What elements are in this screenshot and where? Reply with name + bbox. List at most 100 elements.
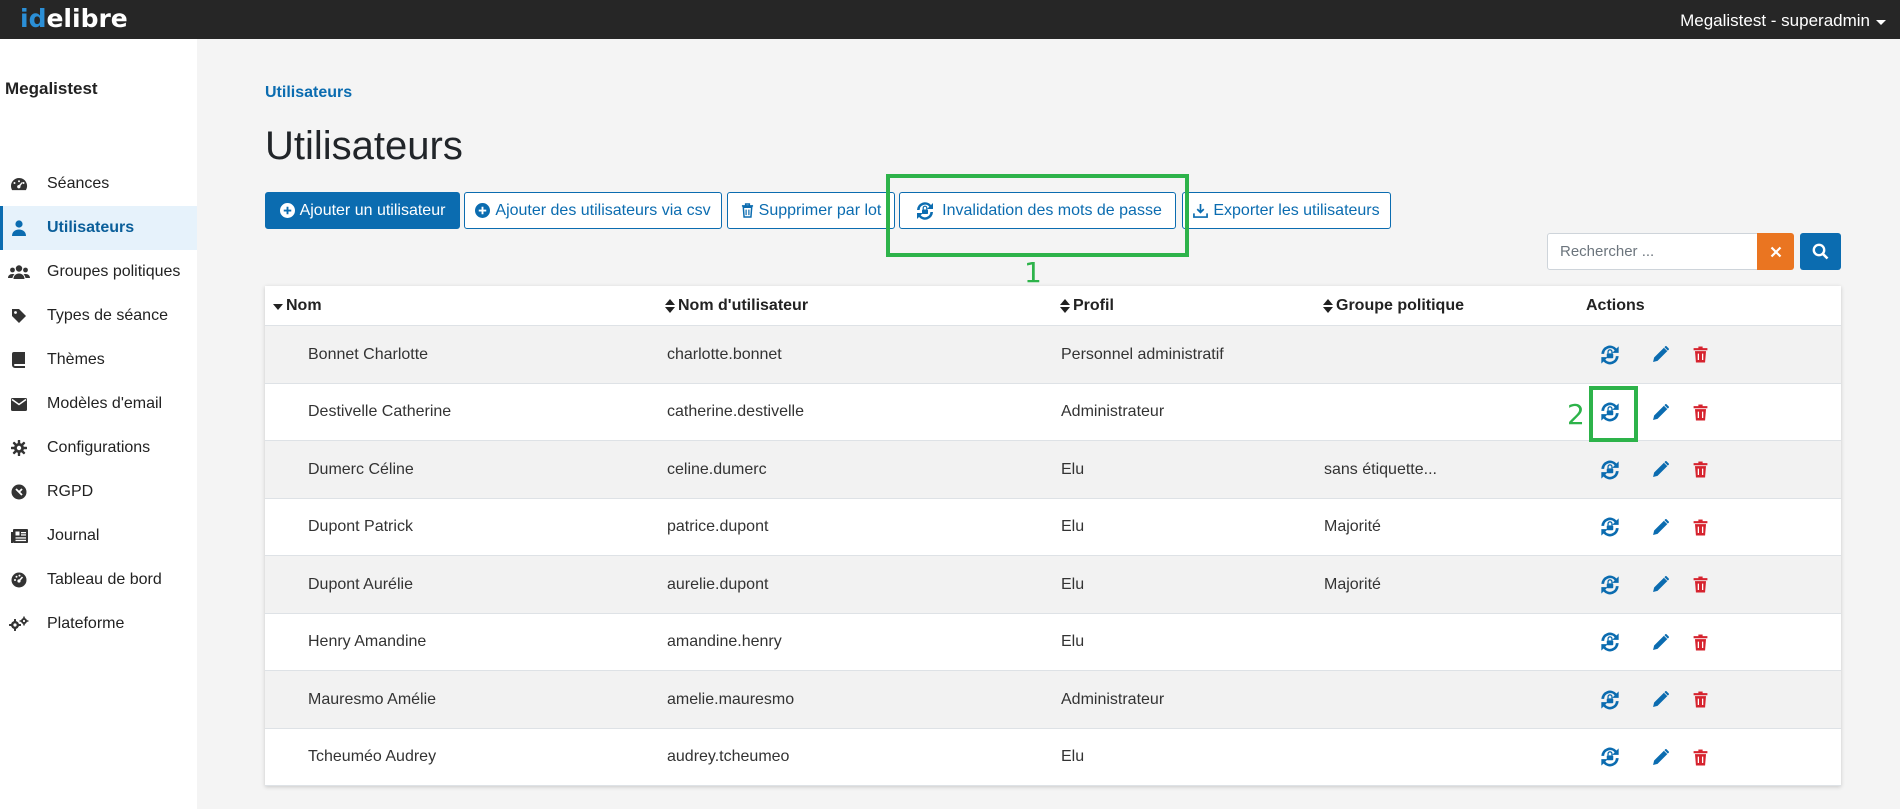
header-group-label: Groupe politique xyxy=(1336,297,1464,314)
delete-user-button[interactable] xyxy=(1687,556,1713,613)
sidebar-item-label: Séances xyxy=(47,175,110,192)
cell-name: Mauresmo Amélie xyxy=(308,690,437,708)
edit-user-button[interactable] xyxy=(1647,614,1673,671)
table-row: Mauresmo Amélie amelie.mauresmo Administra… xyxy=(265,671,1841,729)
header-username[interactable]: Nom d'utilisateur xyxy=(665,297,808,315)
sidebar-item-plateforme[interactable]: Plateforme xyxy=(0,602,197,646)
sidebar-item-rgpd[interactable]: RGPD xyxy=(0,470,197,514)
delete-user-button[interactable] xyxy=(1687,671,1713,728)
delete-user-button[interactable] xyxy=(1687,499,1713,556)
trash-icon xyxy=(1693,461,1708,478)
sync-icon xyxy=(1597,343,1623,367)
sidebar-item-label: Modèles d'email xyxy=(47,395,163,412)
highlight-box-1 xyxy=(886,174,1189,257)
sidebar-item-label: RGPD xyxy=(47,483,94,500)
trash-icon xyxy=(1693,576,1708,593)
sidebar-item-utilisateurs[interactable]: Utilisateurs xyxy=(0,206,197,250)
sidebar-item-modeles-email[interactable]: Modèles d'email xyxy=(0,382,197,426)
user-menu[interactable]: Megalistest - superadmin xyxy=(1680,11,1886,31)
delete-user-button[interactable] xyxy=(1687,441,1713,498)
edit-user-button[interactable] xyxy=(1647,671,1673,728)
trash-icon xyxy=(1693,346,1708,363)
edit-user-button[interactable] xyxy=(1647,326,1673,383)
sidebar-item-label: Journal xyxy=(47,527,100,544)
search-input[interactable] xyxy=(1547,233,1758,270)
cell-username: catherine.destivelle xyxy=(667,403,804,420)
invalidate-password-button[interactable] xyxy=(1594,671,1626,728)
breadcrumb[interactable]: Utilisateurs xyxy=(265,84,352,102)
sidebar-item-label: Utilisateurs xyxy=(47,219,135,236)
edit-user-button[interactable] xyxy=(1647,499,1673,556)
highlight-box-2 xyxy=(1589,386,1638,442)
delete-batch-label: Supprimer par lot xyxy=(758,201,882,219)
cell-group: Majorité xyxy=(1324,575,1381,593)
book-icon xyxy=(8,351,30,369)
table-row: Tcheuméo Audrey audrey.tcheumeo Elu xyxy=(265,729,1841,786)
sync-icon xyxy=(1597,515,1623,539)
delete-user-button[interactable] xyxy=(1687,384,1713,441)
gears-icon xyxy=(8,615,30,633)
sync-icon xyxy=(1597,688,1623,712)
header-group[interactable]: Groupe politique xyxy=(1323,297,1464,315)
sidebar-item-types-seance[interactable]: Types de séance xyxy=(0,294,197,338)
tag-icon xyxy=(8,307,30,325)
invalidate-password-button[interactable] xyxy=(1594,614,1626,671)
structure-name: Megalistest xyxy=(5,79,98,98)
trash-icon xyxy=(1693,519,1708,536)
cell-username: amandine.henry xyxy=(667,633,782,650)
pencil-icon xyxy=(1652,691,1669,708)
add-users-csv-button[interactable]: Ajouter des utilisateurs via csv xyxy=(464,192,722,229)
header-actions: Actions xyxy=(1586,297,1645,315)
delete-user-button[interactable] xyxy=(1687,729,1713,786)
sidebar-item-label: Tableau de bord xyxy=(47,571,162,588)
sync-icon xyxy=(1597,630,1623,654)
delete-user-button[interactable] xyxy=(1687,614,1713,671)
edit-user-button[interactable] xyxy=(1647,384,1673,441)
edit-user-button[interactable] xyxy=(1647,729,1673,786)
envelope-icon xyxy=(8,395,30,413)
table-row: Dumerc Céline celine.dumerc Elu sans étique… xyxy=(265,441,1841,499)
pencil-icon xyxy=(1652,518,1669,536)
pencil-icon xyxy=(1652,346,1669,363)
cell-profile: Elu xyxy=(1061,575,1085,593)
sidebar-item-configurations[interactable]: Configurations xyxy=(0,426,197,470)
pencil-icon xyxy=(1652,576,1669,593)
invalidate-password-button[interactable] xyxy=(1594,556,1626,613)
cell-name: Destivelle Catherine xyxy=(308,403,452,420)
delete-user-button[interactable] xyxy=(1687,326,1713,383)
trash-icon xyxy=(1693,404,1708,421)
trash-icon xyxy=(1693,749,1708,766)
close-icon xyxy=(1770,246,1781,257)
invalidate-password-button[interactable] xyxy=(1594,499,1626,556)
cell-username: charlotte.bonnet xyxy=(667,345,782,363)
sidebar-item-themes[interactable]: Thèmes xyxy=(0,338,197,382)
sidebar-item-journal[interactable]: Journal xyxy=(0,514,197,558)
sidebar-item-seances[interactable]: Séances xyxy=(0,162,197,206)
invalidate-password-button[interactable] xyxy=(1594,326,1626,383)
edit-user-button[interactable] xyxy=(1647,556,1673,613)
app-logo[interactable]: idelibre xyxy=(20,4,128,34)
delete-batch-button[interactable]: Supprimer par lot xyxy=(727,192,895,229)
export-users-button[interactable]: Exporter les utilisateurs xyxy=(1182,192,1391,229)
header-profile[interactable]: Profil xyxy=(1060,297,1114,315)
logo-id-text: id xyxy=(20,4,47,33)
sidebar-item-groupes-politiques[interactable]: Groupes politiques xyxy=(0,250,197,294)
invalidate-password-button[interactable] xyxy=(1594,441,1626,498)
gauge-icon xyxy=(8,175,30,193)
clear-search-button[interactable] xyxy=(1757,233,1794,270)
cell-name: Dupont Aurélie xyxy=(308,575,413,593)
search-button[interactable] xyxy=(1800,233,1841,270)
sidebar-item-tableau-de-bord[interactable]: Tableau de bord xyxy=(0,558,197,602)
user-icon xyxy=(8,219,30,237)
add-user-button[interactable]: Ajouter un utilisateur xyxy=(265,192,460,229)
edit-user-button[interactable] xyxy=(1647,441,1673,498)
table-row: Henry Amandine amandine.henry Elu xyxy=(265,614,1841,671)
invalidate-password-button[interactable] xyxy=(1594,729,1626,786)
cell-profile: Elu xyxy=(1061,633,1085,650)
header-username-label: Nom d'utilisateur xyxy=(678,297,809,314)
header-name[interactable]: Nom xyxy=(273,297,322,315)
search-icon xyxy=(1812,243,1829,260)
logo-rest-text: elibre xyxy=(46,4,128,33)
trash-icon xyxy=(1693,691,1708,708)
cell-group: Majorité xyxy=(1324,518,1381,535)
